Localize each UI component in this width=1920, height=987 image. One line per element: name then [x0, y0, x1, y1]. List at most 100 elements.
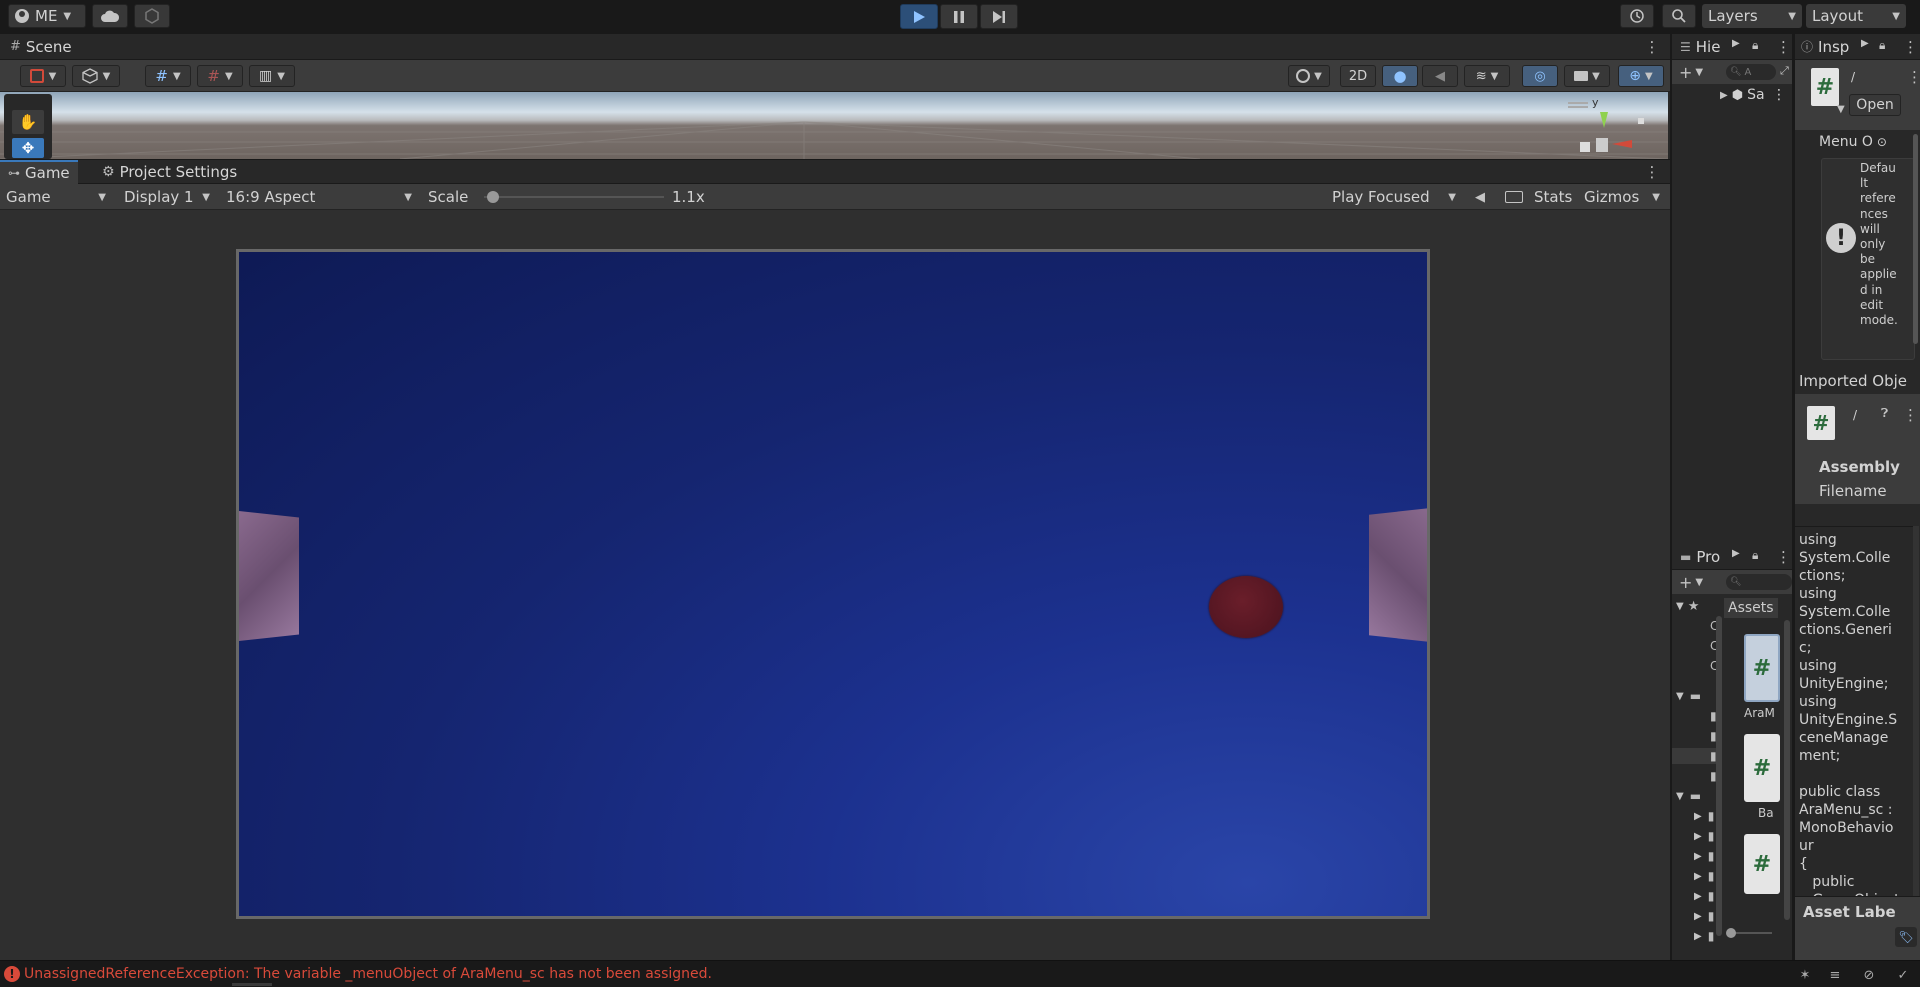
tab-scene[interactable]: # Scene [2, 34, 80, 59]
asset-tile[interactable]: # [1728, 834, 1788, 904]
search-button[interactable] [1662, 4, 1696, 28]
more-options-icon[interactable]: ⋮ [1644, 162, 1660, 182]
asset-tile[interactable]: # AraM [1728, 634, 1788, 724]
tab-inspector[interactable]: ⓘ Insp [1797, 34, 1853, 59]
bug-icon[interactable]: ✶ [1796, 966, 1814, 984]
tab-hierarchy[interactable]: ☰ Hie [1676, 34, 1724, 59]
create-button[interactable]: + ▼ [1676, 572, 1706, 592]
tab-game[interactable]: ⊶ Game [0, 160, 78, 184]
gizmos-scene-button[interactable]: ⊕ ▼ [1618, 65, 1664, 87]
package-item[interactable]: ▶ ▮ [1694, 868, 1714, 884]
view-mode-dropdown[interactable]: Game ▼ [0, 186, 112, 208]
object-picker-icon[interactable]: ⊙ [1877, 135, 1887, 149]
project-search-input[interactable]: 🔍︎ [1726, 574, 1792, 590]
gizmos-dropdown[interactable]: Gizmos ▼ [1578, 186, 1666, 208]
icon-size-slider-thumb[interactable] [1726, 928, 1736, 938]
lock-icon[interactable]: 🔒︎ [1752, 548, 1758, 563]
cloud-button[interactable] [92, 4, 128, 28]
display-dropdown[interactable]: Display 1 ▼ [118, 186, 216, 208]
help-icon[interactable]: ❓︎ [1881, 406, 1888, 421]
layout-dropdown[interactable]: Layout ▼ [1806, 4, 1906, 28]
breadcrumb[interactable]: Assets [1724, 598, 1778, 618]
asset-grid-scrollbar[interactable] [1784, 620, 1790, 920]
package-item[interactable]: ▶ ▮ [1694, 908, 1714, 924]
more-options-icon[interactable]: ⋮ [1772, 87, 1786, 103]
menu-object-field[interactable]: Menu O ⊙ [1795, 132, 1920, 152]
more-options-icon[interactable]: ⋮ [1903, 38, 1918, 56]
account-dropdown[interactable]: ME ▼ [8, 4, 86, 28]
more-options-icon[interactable]: ⋮ [1644, 37, 1660, 57]
shading-button[interactable]: ▼ [72, 65, 120, 87]
more-options-icon[interactable]: ⋮ [1776, 548, 1791, 566]
inspector-scrollbar[interactable] [1913, 134, 1918, 344]
play-mode-dropdown[interactable]: Play Focused ▼ [1326, 186, 1462, 208]
increment-snap-button[interactable]: # ▼ [197, 65, 243, 87]
next-tab-icon[interactable]: ▶ [1732, 38, 1740, 49]
lock-icon[interactable]: 🔒︎ [1879, 38, 1885, 53]
effects-button[interactable]: ≋ ▼ [1464, 65, 1510, 87]
code-scrollbar[interactable] [1913, 526, 1919, 916]
tag-icon[interactable]: 🏷︎ [1895, 927, 1917, 947]
account-label: ME [35, 7, 58, 25]
draw-mode-button[interactable]: ▼ [20, 65, 66, 87]
assets-folder-row[interactable]: ▼ ▬ [1676, 688, 1701, 704]
lighting-button[interactable]: ● [1382, 65, 1418, 87]
checkmark-icon[interactable]: ✓ [1894, 966, 1912, 984]
collab-button[interactable] [134, 4, 170, 28]
cache-server-icon[interactable]: ≡ [1826, 966, 1844, 984]
favorites-row[interactable]: ▼ ★ [1676, 598, 1699, 614]
icon-size-slider[interactable] [1722, 926, 1792, 940]
tab-project[interactable]: ▬ Pro [1676, 544, 1724, 569]
chevron-down-icon[interactable]: ▼ [1837, 104, 1845, 115]
play-button[interactable] [900, 4, 938, 29]
mode-2d-button[interactable]: 2D [1340, 65, 1376, 87]
layers-dropdown[interactable]: Layers ▼ [1702, 4, 1802, 28]
keyboard-button[interactable] [1500, 186, 1528, 208]
render-mode-button[interactable]: ▼ [1288, 65, 1330, 87]
package-item[interactable]: ▶ ▮ [1694, 928, 1714, 944]
network-icon[interactable]: ⊘ [1860, 966, 1878, 984]
asset-tile[interactable]: # Ba [1728, 734, 1788, 824]
mute-audio-button[interactable]: ◀ [1468, 186, 1492, 208]
step-button[interactable] [980, 4, 1018, 29]
packages-folder-row[interactable]: ▼ ▬ [1676, 788, 1701, 804]
open-button[interactable]: Open [1849, 94, 1901, 116]
scale-slider[interactable] [484, 191, 664, 203]
scene-viewport[interactable]: ✋ ✥ y [0, 92, 1668, 159]
lock-icon[interactable]: 🔒︎ [1752, 38, 1758, 53]
next-tab-icon[interactable]: ▶ [1861, 38, 1869, 49]
visibility-button[interactable]: ◎ [1522, 65, 1558, 87]
tab-project-label: Pro [1696, 547, 1721, 566]
package-item[interactable]: ▶ ▮ [1694, 888, 1714, 904]
orientation-gizmo[interactable] [1560, 100, 1650, 159]
next-tab-icon[interactable]: ▶ [1732, 548, 1740, 559]
aspect-dropdown[interactable]: 16:9 Aspect ▼ [220, 186, 418, 208]
asset-item-selected[interactable]: ▮ [1672, 748, 1722, 764]
error-message[interactable]: UnassignedReferenceException: The variab… [24, 966, 712, 982]
create-button[interactable]: + ▼ [1676, 62, 1706, 82]
camera-button[interactable]: ▼ [1564, 65, 1610, 87]
ruler-button[interactable]: ▥ ▼ [249, 65, 295, 87]
expand-arrow-icon[interactable]: ▶ [1720, 90, 1728, 101]
collab-icon [145, 8, 159, 24]
grid-snap-button[interactable]: # ▼ [145, 65, 191, 87]
more-options-icon[interactable]: ⋮ [1776, 38, 1791, 56]
hierarchy-search-input[interactable]: 🔍︎ A [1726, 64, 1776, 80]
scene-name: Sa [1747, 87, 1765, 103]
game-view[interactable] [236, 249, 1430, 919]
hand-tool-button[interactable]: ✋ ✥ [4, 94, 52, 159]
play-mode-label: Play Focused [1332, 188, 1430, 206]
expand-icon[interactable]: ⤢ [1780, 64, 1789, 78]
audio-button[interactable]: ◀ [1422, 65, 1458, 87]
stats-button[interactable]: Stats [1534, 188, 1572, 206]
package-item[interactable]: ▶ ▮ [1694, 808, 1714, 824]
pause-button[interactable] [940, 4, 978, 29]
package-item[interactable]: ▶ ▮ [1694, 828, 1714, 844]
tab-project-settings[interactable]: ⚙ Project Settings [94, 160, 245, 184]
more-options-icon[interactable]: ⋮ [1903, 406, 1918, 424]
package-item[interactable]: ▶ ▮ [1694, 848, 1714, 864]
history-button[interactable] [1620, 4, 1654, 28]
scale-slider-thumb[interactable] [487, 191, 500, 203]
more-options-icon[interactable]: ⋮ [1907, 68, 1920, 86]
hierarchy-scene-row[interactable]: ▶ ⬢ Sa ⋮ [1672, 86, 1792, 104]
